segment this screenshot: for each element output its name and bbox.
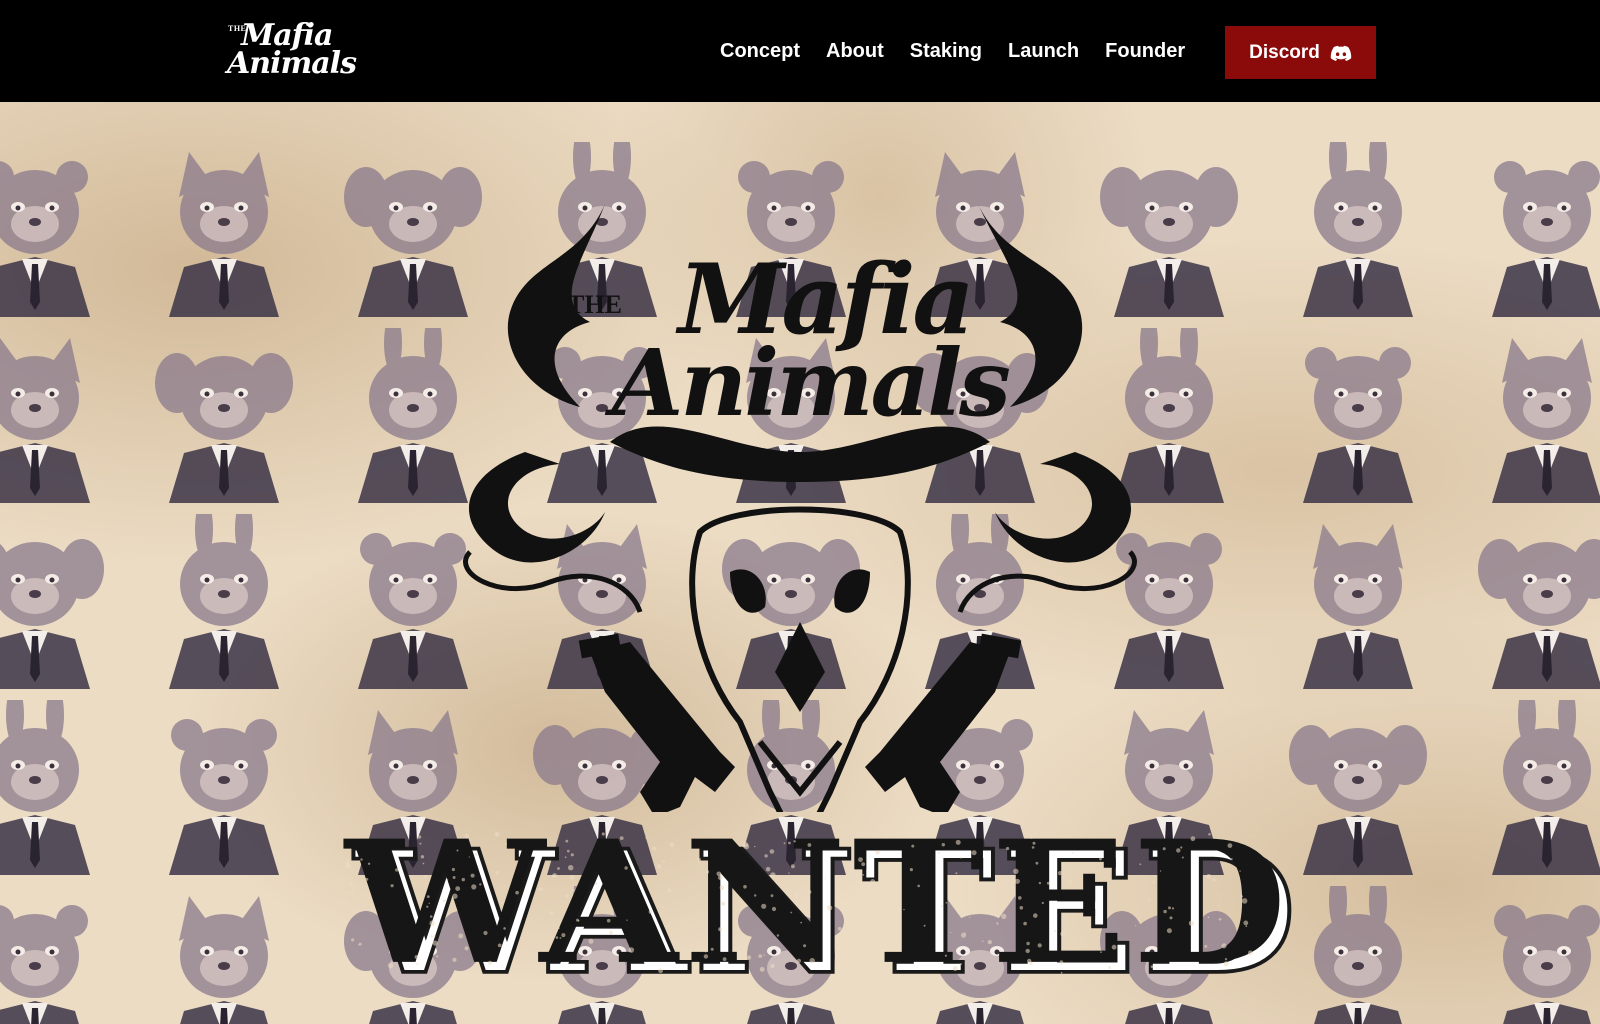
animal-portrait [149,499,299,689]
discord-button[interactable]: Discord [1225,26,1376,79]
discord-button-label: Discord [1249,41,1320,63]
emblem-the-text: THE [567,290,622,319]
animal-portrait [0,328,110,503]
animal-portrait [149,886,299,1024]
emblem: THE Mafia Animals [430,152,1170,859]
nav-staking[interactable]: Staking [910,40,982,63]
animal-portrait [1283,328,1433,503]
animal-portrait [1472,328,1600,503]
animal-portrait [1283,871,1433,1024]
wanted-heading: WANTED WANTED [345,814,1299,999]
animal-portrait [1472,685,1600,875]
animal-portrait [149,700,299,875]
right-pistol-icon [865,633,1022,817]
animal-portrait [149,142,299,317]
animal-portrait [0,514,110,689]
animal-portrait [1472,514,1600,689]
animal-portrait [1283,514,1433,689]
nav-launch[interactable]: Launch [1008,40,1079,63]
discord-icon [1330,45,1352,61]
nav-founder[interactable]: Founder [1105,40,1185,63]
hero-banner: THE Mafia Animals WANTED WANTED [0,102,1600,1024]
site-logo[interactable]: THE Mafia Animals [221,18,357,88]
nav-about[interactable]: About [826,40,884,63]
grunge-texture [345,831,1255,974]
animal-portrait [1472,886,1600,1024]
main-nav: Concept About Staking Launch Founder [720,0,1211,102]
animal-portrait [1283,700,1433,875]
animal-portrait [0,685,110,875]
animal-portrait [0,142,110,317]
animal-portrait [149,328,299,503]
site-header: THE Mafia Animals Concept About Staking … [0,0,1600,102]
animal-portrait [1472,142,1600,317]
animal-portrait [0,886,110,1024]
logo-line2: Animals [227,46,357,81]
left-pistol-icon [578,633,735,817]
emblem-line2: Animals [612,329,1011,437]
animal-portrait [1283,127,1433,317]
nav-concept[interactable]: Concept [720,40,800,63]
